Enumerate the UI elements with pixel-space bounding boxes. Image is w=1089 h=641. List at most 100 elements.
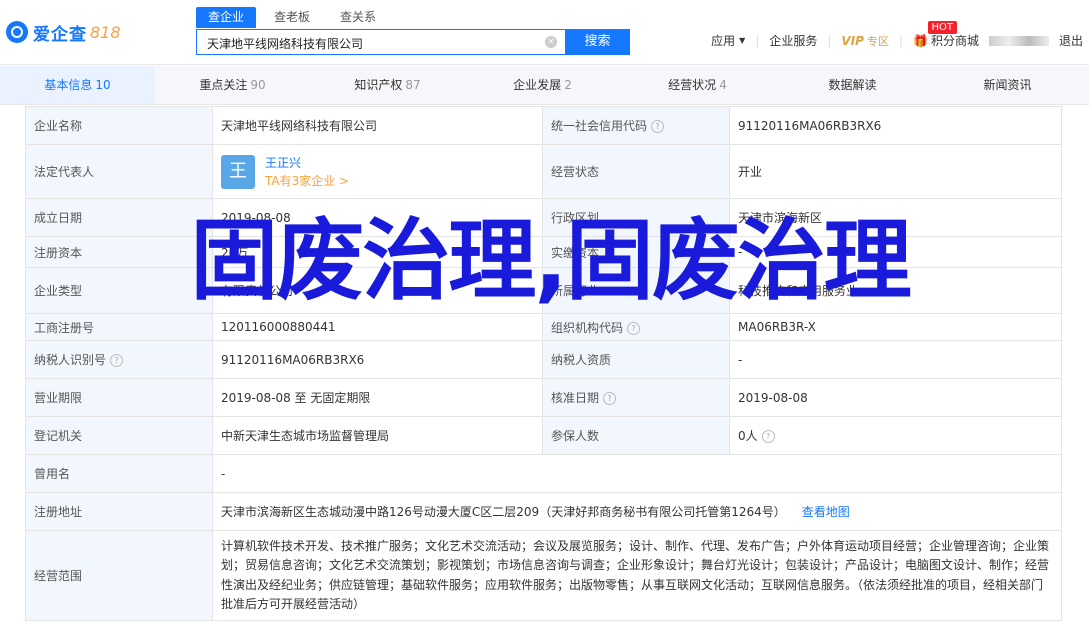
view-map-link[interactable]: 查看地图 <box>802 505 850 519</box>
tab-count: 2 <box>564 78 572 92</box>
table-row: 企业名称 天津地平线网络科技有限公司 统一社会信用代码? 91120116MA0… <box>25 106 1062 145</box>
label-cell: 纳税人识别号? <box>25 340 213 379</box>
table-row: 工商注册号 120116000880441 组织机构代码? MA06RB3R-X <box>25 313 1062 341</box>
table-row: 企业类型 有限责任公司 所属行业 科技推广和应用服务业 <box>25 267 1062 314</box>
help-icon[interactable]: ? <box>761 430 775 443</box>
divider: | <box>898 33 904 48</box>
tab-label: 重点关注 <box>199 78 248 92</box>
nav-points[interactable]: 🎁 积分商城 <box>913 32 979 49</box>
brand-badge: 818 <box>90 22 121 42</box>
gift-icon: 🎁 <box>913 33 928 48</box>
staff-cell: 0人? <box>729 416 1062 455</box>
search-box: × <box>196 29 565 55</box>
logo-icon <box>6 21 28 43</box>
help-icon[interactable]: ? <box>627 321 641 335</box>
status-value: 开业 <box>729 144 1062 199</box>
label-cell: 实缴资本 <box>542 236 730 268</box>
nav-logout[interactable]: 退出 <box>1059 32 1083 49</box>
tab-ip[interactable]: 知识产权 87 <box>310 66 465 104</box>
table-row: 纳税人识别号? 91120116MA06RB3RX6 纳税人资质 - <box>25 340 1062 379</box>
vip-label: VIP <box>841 33 864 48</box>
tab-basic-info[interactable]: 基本信息 10 <box>0 66 155 104</box>
tab-news[interactable]: 新闻资讯 <box>930 66 1085 104</box>
reg-no-value: 120116000880441 <box>212 313 543 341</box>
label-cell: 行政区划 <box>542 198 730 237</box>
address-value: 天津市滨海新区生态城动漫中路126号动漫大厦C区二层209（天津好邦商务秘书有限… <box>221 505 786 519</box>
tab-count: 90 <box>250 78 266 92</box>
tax-qual-value: - <box>729 340 1062 379</box>
tab-data-analysis[interactable]: 数据解读 <box>775 66 930 104</box>
credit-code: 91120116MA06RB3RX6 <box>729 106 1062 145</box>
legal-rep-link[interactable]: 王正兴 <box>265 154 349 172</box>
tab-label: 基本信息 <box>44 78 93 92</box>
paid-value: - <box>729 236 1062 268</box>
help-icon[interactable]: ? <box>110 354 124 367</box>
capital-value: 20万 <box>212 236 543 268</box>
tab-label: 数据解读 <box>828 78 877 92</box>
nav-points-label: 积分商城 <box>930 34 979 48</box>
label-cell: 经营状态 <box>542 144 730 199</box>
address-cell: 天津市滨海新区生态城动漫中路126号动漫大厦C区二层209（天津好邦商务秘书有限… <box>212 492 1062 531</box>
nav-app-label: 应用 <box>711 34 736 48</box>
label-cell: 法定代表人 <box>25 144 213 199</box>
approve-value: 2019-08-08 <box>729 378 1062 417</box>
tab-development[interactable]: 企业发展 2 <box>465 66 620 104</box>
detail-tabs: 基本信息 10 重点关注 90 知识产权 87 企业发展 2 经营状况 4 数据解读 新闻… <box>0 66 1089 105</box>
tab-label: 经营状况 <box>668 78 717 92</box>
user-name-blurred[interactable] <box>988 35 1049 46</box>
label-cell: 注册资本 <box>25 236 213 268</box>
authority-value: 中新天津生态城市场监督管理局 <box>212 416 543 455</box>
nav-service[interactable]: 企业服务 <box>769 32 817 49</box>
label-text: 组织机构代码 <box>551 320 624 335</box>
chevron-down-icon: ▼ <box>739 36 746 45</box>
org-code-value: MA06RB3R-X <box>729 313 1062 341</box>
help-icon[interactable]: ? <box>603 392 617 405</box>
label-text: 统一社会信用代码 <box>551 119 648 133</box>
help-icon[interactable]: ? <box>651 120 665 133</box>
industry-value: 科技推广和应用服务业 <box>729 267 1062 314</box>
table-row: 经营范围 计算机软件技术开发、技术推广服务；文化艺术交流活动；会议及展览服务；设… <box>25 530 1062 621</box>
table-row: 曾用名 - <box>25 454 1062 493</box>
company-name: 天津地平线网络科技有限公司 <box>212 106 543 145</box>
tab-label: 知识产权 <box>354 78 403 92</box>
tab-operation[interactable]: 经营状况 4 <box>620 66 775 104</box>
label-text: 核准日期 <box>551 391 600 405</box>
tab-count: 4 <box>719 78 727 92</box>
est-date: 2019-08-08 <box>212 198 543 237</box>
label-cell: 成立日期 <box>25 198 213 237</box>
top-nav: 应用 ▼ | 企业服务 | VIP 专区 | 🎁 积分商城 退出 <box>701 32 1083 49</box>
divider: | <box>827 33 832 48</box>
table-row: 法定代表人 王 王正兴 TA有3家企业 > 经营状态 开业 <box>25 144 1062 199</box>
nav-vip[interactable]: VIP 专区 <box>841 33 889 49</box>
label-cell: 企业名称 <box>25 106 213 145</box>
table-row: 营业期限 2019-08-08 至 无固定期限 核准日期? 2019-08-08 <box>25 378 1062 417</box>
nav-app[interactable]: 应用 ▼ <box>711 32 745 49</box>
tab-label: 新闻资讯 <box>983 78 1032 92</box>
staff-value: 0人 <box>738 429 758 443</box>
brand-logo[interactable]: 爱企查 818 <box>6 18 121 46</box>
tab-company[interactable]: 查企业 <box>196 7 257 28</box>
label-cell: 统一社会信用代码? <box>542 106 730 145</box>
clear-icon[interactable]: × <box>545 36 557 48</box>
vip-sub-label: 专区 <box>866 34 889 48</box>
label-text: 纳税人识别号 <box>34 353 107 367</box>
tab-label: 企业发展 <box>513 78 562 92</box>
label-cell: 企业类型 <box>25 267 213 314</box>
tab-boss[interactable]: 查老板 <box>262 7 322 28</box>
term-value: 2019-08-08 至 无固定期限 <box>212 378 543 417</box>
business-scope: 计算机软件技术开发、技术推广服务；文化艺术交流活动；会议及展览服务；设计、制作、… <box>212 530 1062 621</box>
search-button[interactable]: 搜索 <box>565 29 630 55</box>
search-tabs: 查企业 查老板 查关系 <box>196 7 394 28</box>
avatar[interactable]: 王 <box>221 154 255 189</box>
tab-relation[interactable]: 查关系 <box>328 7 388 28</box>
label-cell: 组织机构代码? <box>542 313 730 341</box>
label-cell: 纳税人资质 <box>542 340 730 379</box>
search-input[interactable] <box>205 33 539 53</box>
divider: | <box>755 33 760 48</box>
table-row: 成立日期 2019-08-08 行政区划 天津市滨海新区 <box>25 198 1062 237</box>
label-cell: 参保人数 <box>542 416 730 455</box>
legal-rep-companies-link[interactable]: TA有3家企业 > <box>265 172 349 190</box>
label-cell: 核准日期? <box>542 378 730 417</box>
tab-focus[interactable]: 重点关注 90 <box>155 66 310 104</box>
table-row: 登记机关 中新天津生态城市场监督管理局 参保人数 0人? <box>25 416 1062 455</box>
